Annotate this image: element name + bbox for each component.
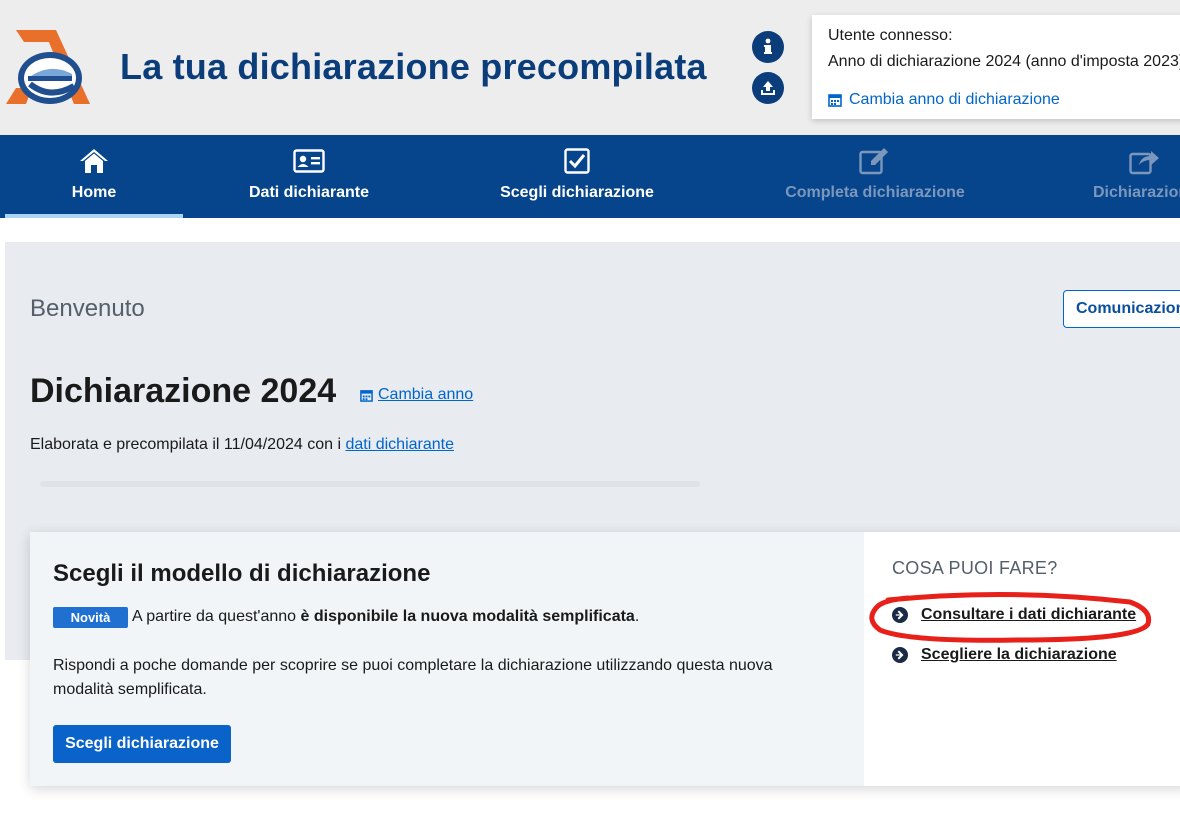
novita-prefix: A partire da quest'anno <box>132 608 297 625</box>
change-declaration-year-link[interactable]: Cambia anno di dichiarazione <box>828 91 1060 109</box>
declaration-title: Dichiarazione 2024 <box>30 372 337 410</box>
welcome-heading: Benvenuto <box>30 295 145 322</box>
card-title: Scegli il modello di dichiarazione <box>53 560 431 587</box>
upload-icon <box>761 81 775 95</box>
dati-dichiarante-link[interactable]: dati dichiarante <box>345 436 454 453</box>
nav-label-dichiarazione: Dichiarazione <box>1092 184 1180 201</box>
header: La tua dichiarazione precompilata Utente… <box>0 0 1180 135</box>
nav-item-scegli-dichiarazione[interactable]: Scegli dichiarazione <box>477 135 677 218</box>
info-button[interactable] <box>752 31 784 63</box>
calendar-icon <box>828 94 842 107</box>
side-title: COSA PUOI FARE? <box>892 558 1058 578</box>
elaborata-prefix: Elaborata e precompilata il 11/04/2024 c… <box>30 436 342 453</box>
change-anno-label: Cambia anno <box>378 386 474 403</box>
arrow-circle-right-icon <box>892 647 908 663</box>
edit-icon <box>859 148 888 175</box>
home-icon <box>80 149 108 173</box>
change-anno-link[interactable]: Cambia anno <box>360 386 473 404</box>
arrow-circle-right-icon <box>892 607 908 623</box>
nav-label-completa-dichiarazione: Completa dichiarazione <box>785 184 965 201</box>
share-icon <box>1129 151 1159 175</box>
novita-badge: Novità <box>53 607 128 628</box>
card-main-section: Scegli il modello di dichiarazione Novit… <box>30 532 864 786</box>
id-card-icon <box>293 149 325 173</box>
agenzia-entrate-logo[interactable] <box>4 28 94 108</box>
declaration-year-text: Anno di dichiarazione 2024 (anno d'impos… <box>828 53 1180 70</box>
nav-item-home[interactable]: Home <box>5 135 183 218</box>
novita-text: A partire da quest'anno è disponibile la… <box>132 608 639 626</box>
scegli-dichiarazione-button[interactable]: Scegli dichiarazione <box>53 725 231 763</box>
nav-item-completa-dichiarazione[interactable]: Completa dichiarazione <box>770 135 980 218</box>
nav-item-dichiarazione[interactable]: Dichiarazione <box>1085 135 1180 218</box>
checkbox-icon <box>564 148 590 174</box>
novita-suffix: . <box>634 608 640 625</box>
elaborata-text: Elaborata e precompilata il 11/04/2024 c… <box>30 436 454 454</box>
change-year-label: Cambia anno di dichiarazione <box>849 91 1060 108</box>
nav-label-home: Home <box>71 184 117 201</box>
nav-item-dati-dichiarante[interactable]: Dati dichiarante <box>215 135 403 218</box>
declaration-model-card: Scegli il modello di dichiarazione Novit… <box>30 532 1180 786</box>
card-description: Rispondi a poche domande per scoprire se… <box>53 657 773 698</box>
info-icon <box>764 38 772 54</box>
scegliere-dichiarazione-link[interactable]: Scegliere la dichiarazione <box>892 646 1117 664</box>
divider <box>40 481 700 487</box>
novita-bold: è disponibile la nuova modalità semplifi… <box>300 608 635 625</box>
user-info-box: Utente connesso: Anno di dichiarazione 2… <box>812 15 1180 119</box>
site-title: La tua dichiarazione precompilata <box>120 46 707 87</box>
main-nav: Home Dati dichiarante Scegli dichiarazio… <box>0 135 1180 218</box>
scegliere-dichiarazione-label: Scegliere la dichiarazione <box>921 646 1117 663</box>
user-label: Utente connesso: <box>828 27 953 44</box>
calendar-icon <box>360 389 373 402</box>
nav-label-dati-dichiarante: Dati dichiarante <box>248 184 370 201</box>
consultare-dati-link[interactable]: Consultare i dati dichiarante <box>892 606 1136 624</box>
nav-label-scegli-dichiarazione: Scegli dichiarazione <box>500 184 654 201</box>
communications-button[interactable]: Comunicazioni <box>1063 290 1180 328</box>
upload-button[interactable] <box>752 72 784 104</box>
consultare-dati-label: Consultare i dati dichiarante <box>921 606 1137 623</box>
